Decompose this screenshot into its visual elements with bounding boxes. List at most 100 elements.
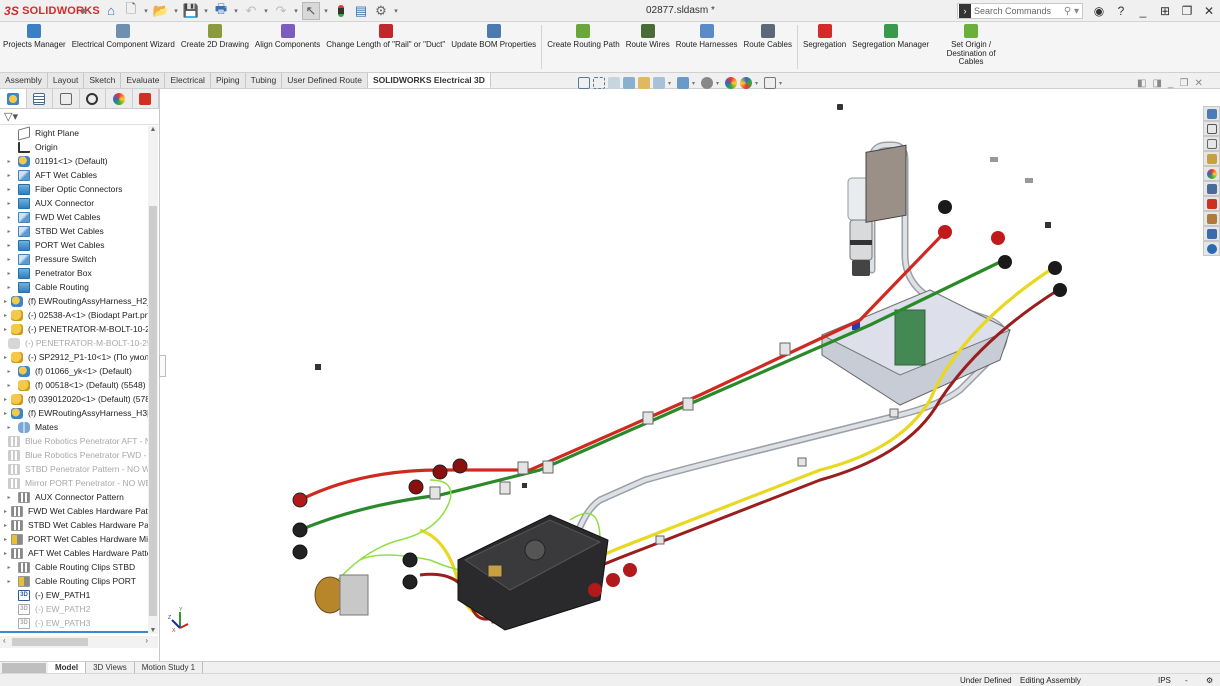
tree-item[interactable]: Right Plane (0, 126, 148, 141)
command-projects-manager[interactable]: Projects Manager (0, 22, 69, 72)
expand-arrow-icon[interactable]: ▸ (4, 242, 14, 249)
tree-item[interactable]: ▸ Pressure Switch (0, 252, 148, 266)
view-palette-tab[interactable] (1203, 151, 1220, 166)
tree-item[interactable]: ▸ (f) EWRoutingAssyHarness_H2_357 (0, 294, 148, 308)
expand-arrow-icon[interactable]: ▸ (4, 494, 14, 501)
tree-item[interactable]: ▸ AUX Connector Pattern (0, 490, 148, 504)
redo-dropdown[interactable]: ▾ (292, 7, 300, 15)
help-icon[interactable]: ? (1110, 4, 1132, 18)
scroll-down-icon[interactable]: ▼ (148, 627, 158, 634)
tab-electrical[interactable]: Electrical (165, 73, 211, 88)
command-segregation-manager[interactable]: Segregation Manager (849, 22, 932, 72)
expand-arrow-icon[interactable]: ▸ (4, 578, 14, 585)
tree-item[interactable]: ▸ (f) EWRoutingAssyHarness_H3|375 (0, 406, 148, 420)
tree-item[interactable]: STBD Penetrator Pattern - NO WET (0, 462, 148, 476)
appearances-tab[interactable] (1203, 166, 1220, 181)
tree-item[interactable]: 3D (-) EW_PATH3 (0, 616, 148, 630)
command-route-cables[interactable]: Route Cables (741, 22, 795, 72)
graphics-area[interactable]: Y Z X (166, 89, 1202, 661)
view-orientation-dropdown[interactable]: ▾ (668, 80, 674, 87)
expand-arrow-icon[interactable]: ▸ (4, 214, 14, 221)
expand-arrow-icon[interactable]: ▸ (4, 368, 14, 375)
rebuild-icon[interactable] (332, 2, 350, 20)
open-dropdown[interactable]: ▾ (172, 7, 180, 15)
aux-connector[interactable] (314, 574, 369, 616)
select-icon[interactable]: ↖ (302, 1, 320, 20)
tree-item[interactable]: ▸ Mates (0, 420, 148, 434)
display-manager-tab[interactable] (106, 89, 133, 108)
file-properties-icon[interactable]: ▤ (352, 2, 370, 20)
section-view-icon[interactable] (623, 77, 635, 89)
component-tab[interactable] (1203, 226, 1220, 241)
collapse-left-icon[interactable]: ◧ (1137, 78, 1146, 89)
expand-arrow-icon[interactable]: ▸ (4, 200, 14, 207)
tree-item[interactable]: 3D (-) EW_PATH2 (0, 602, 148, 616)
tree-item[interactable]: Origin (0, 140, 148, 154)
new-document-icon[interactable]: 🗋 (122, 1, 140, 20)
restore-button[interactable]: ❐ (1176, 4, 1198, 18)
tab-user-defined-route[interactable]: User Defined Route (282, 73, 368, 88)
menu-expand-arrow[interactable]: ▶ (78, 6, 92, 15)
expand-arrow-icon[interactable]: ▸ (4, 298, 7, 305)
hide-show-dropdown[interactable]: ▾ (716, 80, 722, 87)
options-icon[interactable]: ⚙ (372, 2, 390, 20)
tree-item[interactable]: Blue Robotics Penetrator FWD - NO (0, 448, 148, 462)
command-component-wizard[interactable]: Electrical Component Wizard (69, 22, 178, 72)
expand-arrow-icon[interactable]: ▸ (4, 158, 14, 165)
expand-arrow-icon[interactable]: ▸ (4, 284, 14, 291)
configuration-manager-tab[interactable] (53, 89, 80, 108)
tree-item[interactable]: ▸ 01191<1> (Default) (0, 154, 148, 168)
expand-arrow-icon[interactable]: ▸ (4, 354, 7, 361)
tree-item[interactable]: ▸ Cable Routing (0, 280, 148, 294)
expand-arrow-icon[interactable]: ▸ (4, 396, 7, 403)
bottom-tab-model[interactable]: Model (48, 662, 87, 673)
collapse-right-icon[interactable]: ◨ (1152, 78, 1161, 89)
solidworks-logo[interactable]: 3S SOLIDWORKS (0, 4, 100, 18)
user-account-icon[interactable]: ◉ (1088, 4, 1110, 18)
units-selector[interactable]: IPS (1158, 676, 1171, 685)
expand-arrow-icon[interactable]: ▸ (4, 536, 7, 543)
apply-scene-icon[interactable] (740, 77, 752, 89)
hscroll-thumb[interactable] (12, 638, 88, 646)
expand-arrow-icon[interactable]: ▸ (4, 228, 14, 235)
tree-item[interactable]: ▸ AFT Wet Cables (0, 168, 148, 182)
options-dropdown[interactable]: ▾ (392, 7, 400, 15)
command-drawing[interactable]: Create 2D Drawing (178, 22, 252, 72)
zoom-to-fit-icon[interactable] (578, 77, 590, 89)
tab-evaluate[interactable]: Evaluate (121, 73, 166, 88)
print-dropdown[interactable]: ▾ (232, 7, 240, 15)
hide-show-items-icon[interactable] (701, 77, 713, 89)
save-icon[interactable]: 💾 (182, 2, 200, 20)
previous-view-icon[interactable] (608, 77, 620, 89)
scroll-up-icon[interactable]: ▲ (148, 126, 158, 133)
view-settings-dropdown[interactable]: ▾ (779, 80, 785, 87)
tab-navigation-arrows[interactable] (2, 662, 46, 673)
tree-item[interactable]: ▸ (-) SP2912_P1-10<1> (По умолчан (0, 350, 148, 364)
filter-icon[interactable]: ▽▾ (4, 110, 18, 123)
open-icon[interactable]: 📂 (152, 2, 170, 20)
tree-item[interactable]: (-) PENETRATOR-M-BOLT-10-25-A (0, 336, 148, 350)
tree-item[interactable]: Mirror PORT Penetrator - NO WET (0, 476, 148, 490)
command-rail-duct[interactable]: Change Length of "Rail" or "Duct" (323, 22, 448, 72)
zoom-to-area-icon[interactable] (593, 77, 605, 89)
display-style-dropdown[interactable]: ▾ (692, 80, 698, 87)
home-icon[interactable]: ⌂ (102, 2, 120, 20)
tree-item[interactable]: ▸ Penetrator Box (0, 266, 148, 280)
viewport-close-icon[interactable]: ✕ (1194, 78, 1202, 89)
scroll-left-icon[interactable]: ‹ (3, 636, 6, 645)
search-commands-input[interactable]: Search Commands (974, 6, 1051, 16)
tree-item[interactable]: Blue Robotics Penetrator AFT - NO (0, 434, 148, 448)
select-dropdown[interactable]: ▾ (322, 7, 330, 15)
feature-manager-tab[interactable] (0, 89, 27, 108)
search-icon[interactable]: ⚲ ▾ (1064, 6, 1079, 17)
new-dropdown[interactable]: ▾ (142, 7, 150, 15)
electrical-library-tab[interactable] (1203, 196, 1220, 211)
tab-piping[interactable]: Piping (210, 73, 246, 88)
tree-item[interactable]: ▸ (-) PENETRATOR-M-BOLT-10-25-A (0, 322, 148, 336)
tree-item[interactable]: ▸ PORT Wet Cables (0, 238, 148, 252)
tree-item[interactable]: ▸ PORT Wet Cables Hardware Mirror (0, 532, 148, 546)
command-bom[interactable]: Update BOM Properties (448, 22, 539, 72)
expand-arrow-icon[interactable]: ▸ (4, 312, 7, 319)
tree-item[interactable]: ▸ Cable Routing Clips STBD (0, 560, 148, 574)
expand-arrow-icon[interactable]: ▸ (4, 564, 14, 571)
